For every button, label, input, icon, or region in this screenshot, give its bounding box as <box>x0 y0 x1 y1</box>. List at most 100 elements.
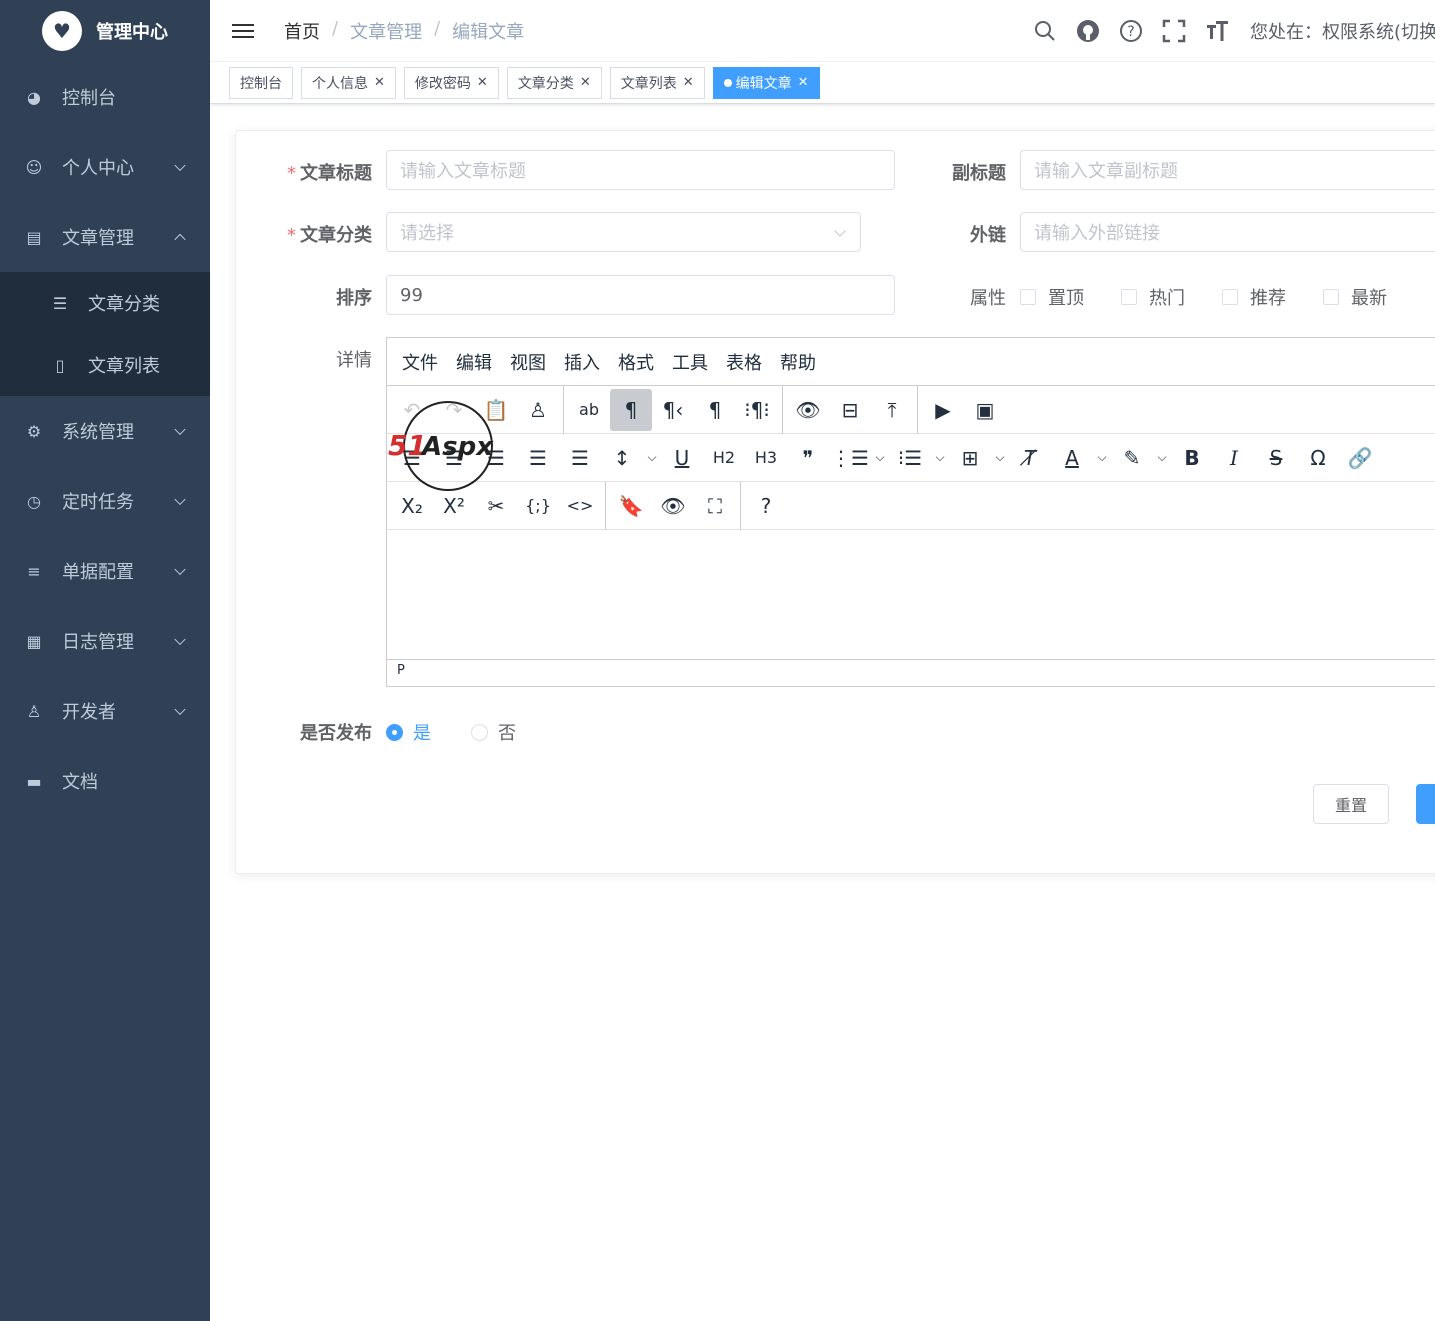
chevron-down-icon[interactable]: ⌵ <box>931 437 949 479</box>
title-input[interactable]: 请输入文章标题 <box>386 150 895 190</box>
radio-publish-yes[interactable]: 是 <box>386 719 431 745</box>
category-select[interactable]: 请选择 <box>386 212 861 252</box>
checkbox-recommend[interactable]: 推荐 <box>1222 284 1286 310</box>
toolbar-group: 👁 ⊟ ⤒ <box>783 385 918 434</box>
fullscreen-icon[interactable] <box>1162 19 1186 43</box>
visual-blocks-icon[interactable]: ⁝¶⁝ <box>736 389 778 431</box>
close-icon[interactable]: ✕ <box>683 75 694 90</box>
sidebar-item-docs[interactable]: ▬ 文档 <box>0 746 210 816</box>
sidebar-item-article-category[interactable]: ☰ 文章分类 <box>0 272 210 334</box>
checkbox-hot[interactable]: 热门 <box>1121 284 1185 310</box>
highlight-icon[interactable]: ✎ <box>1111 437 1153 479</box>
font-size-icon[interactable] <box>1205 19 1229 43</box>
help-icon[interactable]: ? <box>745 485 787 527</box>
page-break-icon[interactable]: ⊟ <box>829 389 871 431</box>
rich-text-editor: 文件 编辑 视图 插入 格式 工具 表格 帮助 ↶ ↷ 📋 ♙ ab ¶ ¶‹ … <box>386 337 1435 687</box>
chevron-down-icon[interactable]: ⌵ <box>991 437 1009 479</box>
h2-button[interactable]: H2 <box>703 437 745 479</box>
menu-insert[interactable]: 插入 <box>564 349 600 375</box>
line-height-icon[interactable]: ↕ <box>601 437 643 479</box>
current-system-text[interactable]: 您处在：权限系统(切换 <box>1250 18 1435 44</box>
menu-edit[interactable]: 编辑 <box>456 349 492 375</box>
navbar-right: ? 您处在：权限系统(切换 <box>1033 0 1435 62</box>
link-icon[interactable]: 🔗 <box>1339 437 1381 479</box>
radio-publish-no[interactable]: 否 <box>471 719 516 745</box>
code-sample-icon[interactable]: {;} <box>517 485 559 527</box>
menu-file[interactable]: 文件 <box>402 349 438 375</box>
sidebar-item-article-list[interactable]: ▯ 文章列表 <box>0 334 210 396</box>
tag-dashboard[interactable]: 控制台 <box>229 66 293 99</box>
visual-chars-icon[interactable]: ¶ <box>694 389 736 431</box>
menu-tools[interactable]: 工具 <box>672 349 708 375</box>
sidebar-item-system[interactable]: ⚙ 系统管理 <box>0 396 210 466</box>
sidebar-item-jobs[interactable]: ◷ 定时任务 <box>0 466 210 536</box>
close-icon[interactable]: ✕ <box>580 75 591 90</box>
text-color-icon[interactable]: A <box>1051 437 1093 479</box>
tag-edit-article[interactable]: 编辑文章 ✕ <box>712 66 820 99</box>
bullet-list-icon[interactable]: ⁝☰ <box>889 437 931 479</box>
sort-input[interactable]: 99 <box>386 275 895 315</box>
breadcrumb-home[interactable]: 首页 <box>284 18 320 44</box>
table-icon[interactable]: ⊞ <box>949 437 991 479</box>
bold-icon[interactable]: B <box>1171 437 1213 479</box>
upload-icon[interactable]: ⤒ <box>871 389 913 431</box>
chevron-down-icon[interactable]: ⌵ <box>871 437 889 479</box>
close-icon[interactable]: ✕ <box>374 75 385 90</box>
chevron-down-icon[interactable]: ⌵ <box>643 437 661 479</box>
search-icon[interactable] <box>1033 19 1057 43</box>
github-icon[interactable] <box>1076 19 1100 43</box>
blockquote-icon[interactable]: ❞ <box>787 437 829 479</box>
menu-view[interactable]: 视图 <box>510 349 546 375</box>
detail-label: 详情 <box>336 350 372 371</box>
rtl-icon[interactable]: ¶‹ <box>652 389 694 431</box>
checkbox-top[interactable]: 置顶 <box>1020 284 1084 310</box>
preview-icon[interactable]: 👁 <box>787 389 829 431</box>
source-code-icon[interactable]: <> <box>559 485 601 527</box>
clear-format-icon[interactable]: T̸ <box>1009 437 1051 479</box>
tag-article-category[interactable]: 文章分类 ✕ <box>506 66 602 99</box>
special-char-icon[interactable]: Ω <box>1297 437 1339 479</box>
tag-profile[interactable]: 个人信息 ✕ <box>301 66 396 99</box>
sidebar-item-personal[interactable]: ☺ 个人中心 <box>0 132 210 202</box>
align-justify-icon[interactable]: ☰ <box>559 437 601 479</box>
menu-help[interactable]: 帮助 <box>780 349 816 375</box>
chevron-down-icon[interactable]: ⌵ <box>1093 437 1111 479</box>
sidebar-item-logs[interactable]: ▦ 日志管理 <box>0 606 210 676</box>
spellcheck-icon[interactable]: ab <box>568 389 610 431</box>
hamburger-icon[interactable] <box>232 20 254 42</box>
align-right-icon[interactable]: ☰ <box>517 437 559 479</box>
logo[interactable]: ♥ 管理中心 <box>0 0 210 62</box>
editor-content[interactable] <box>387 530 1435 660</box>
ltr-icon[interactable]: ¶ <box>610 388 652 431</box>
submit-button[interactable] <box>1416 784 1435 824</box>
tag-change-password[interactable]: 修改密码 ✕ <box>403 66 499 99</box>
sidebar-item-articles[interactable]: ▤ 文章管理 <box>0 202 210 272</box>
editor-toolbar-row-2: ☰ ☰ ☰ ☰ ☰ ↕ ⌵ U H2 H3 ❞ ⋮☰ ⌵ ⁝☰ ⌵ ⊞ ⌵ T̸ A ⌵ … <box>387 434 1435 482</box>
stamp-icon[interactable]: ♙ <box>517 389 559 431</box>
sidebar-item-developer[interactable]: ♙ 开发者 <box>0 676 210 746</box>
subtitle-input[interactable]: 请输入文章副标题 <box>1020 150 1435 190</box>
numbered-list-icon[interactable]: ⋮☰ <box>829 437 871 479</box>
checkbox-newest[interactable]: 最新 <box>1323 284 1387 310</box>
close-icon[interactable]: ✕ <box>477 75 488 90</box>
chevron-down-icon <box>174 493 186 506</box>
help-icon[interactable]: ? <box>1119 19 1143 43</box>
sidebar-item-bill-config[interactable]: ≡ 单据配置 <box>0 536 210 606</box>
preview-icon[interactable]: 👁 <box>652 485 694 527</box>
image-icon[interactable]: ▣ <box>964 389 1006 431</box>
fullscreen-icon[interactable]: ⛶ <box>694 485 736 527</box>
strikethrough-icon[interactable]: S <box>1255 437 1297 479</box>
tag-article-list[interactable]: 文章列表 ✕ <box>609 66 705 99</box>
media-icon[interactable]: ▶ <box>922 389 964 431</box>
close-icon[interactable]: ✕ <box>798 75 809 90</box>
h3-button[interactable]: H3 <box>745 437 787 479</box>
bookmark-icon[interactable]: 🔖 <box>610 485 652 527</box>
chevron-down-icon[interactable]: ⌵ <box>1153 437 1171 479</box>
sidebar-item-dashboard[interactable]: ◕ 控制台 <box>0 62 210 132</box>
reset-button[interactable]: 重置 <box>1313 784 1389 824</box>
menu-format[interactable]: 格式 <box>618 349 654 375</box>
italic-icon[interactable]: I <box>1213 437 1255 479</box>
link-input[interactable]: 请输入外部链接 <box>1020 212 1435 252</box>
menu-table[interactable]: 表格 <box>726 349 762 375</box>
underline-icon[interactable]: U <box>661 437 703 479</box>
